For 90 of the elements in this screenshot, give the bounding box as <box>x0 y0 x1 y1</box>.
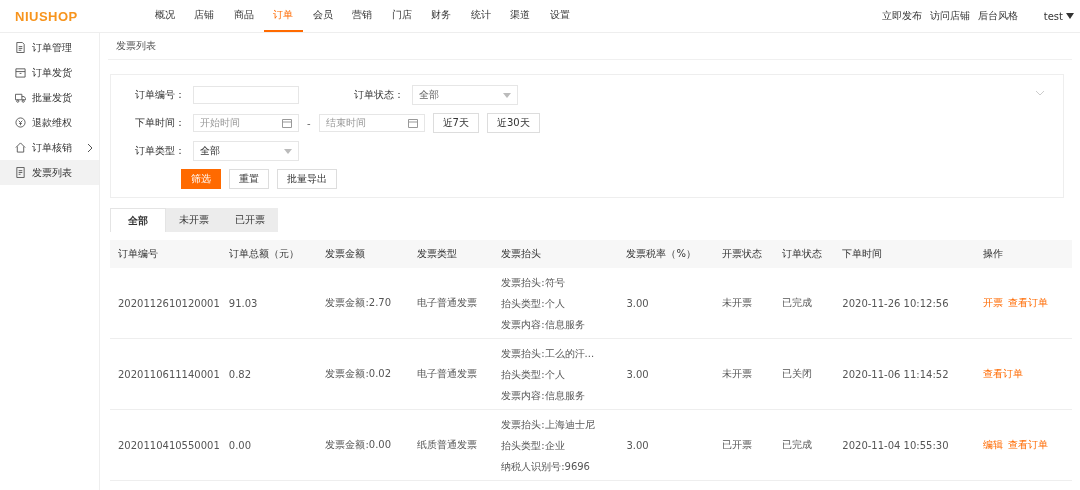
nav-tab[interactable]: 统计 <box>461 0 501 32</box>
field-label: 订单类型： <box>134 144 185 158</box>
table-cell: 未开票 <box>722 368 753 379</box>
filter-button[interactable]: 批量导出 <box>277 169 337 189</box>
sidebar-item[interactable]: 订单管理 <box>0 35 99 60</box>
sidebar-item[interactable]: 发票列表 <box>0 160 99 185</box>
table-cell: 发票金额:0.00 <box>325 439 392 450</box>
column-header: 发票金额 <box>325 248 366 259</box>
house-icon <box>15 142 26 153</box>
table-cell: 电子普通发票 <box>416 368 477 379</box>
breadcrumb: 发票列表 <box>108 33 1072 60</box>
order-number-field[interactable] <box>193 86 299 104</box>
tab[interactable]: 未开票 <box>166 208 222 232</box>
calendar-icon <box>407 118 418 128</box>
table-cell: 91.03 <box>228 297 258 309</box>
sidebar-item[interactable]: 订单发货 <box>0 60 99 85</box>
nav-tab[interactable]: 营销 <box>342 0 382 32</box>
column-header: 订单状态 <box>782 248 823 259</box>
table-cell: 2020110410550001 <box>118 439 220 451</box>
column-header: 发票类型 <box>416 248 457 259</box>
range-separator: - <box>307 117 311 129</box>
box-icon <box>15 67 26 78</box>
header-link[interactable]: 访问店铺 <box>929 9 970 23</box>
nav-tab[interactable]: 门店 <box>382 0 422 32</box>
order-status-select[interactable]: 全部 <box>412 85 518 105</box>
table-cell: 发票金额:2.70 <box>325 297 392 308</box>
field-label: 下单时间： <box>134 116 185 130</box>
table-cell-text: 发票抬头:符号 <box>501 275 566 290</box>
quick-range-button[interactable]: 近30天 <box>487 113 540 133</box>
table-cell: 电子普通发票 <box>416 297 477 308</box>
table-cell: 3.00 <box>626 297 649 309</box>
table-cell: 3.00 <box>626 368 649 380</box>
column-header: 订单编号 <box>118 248 158 259</box>
caret-icon <box>503 92 511 98</box>
receipt-icon <box>15 167 26 178</box>
table-cell: 2020110611140001 <box>118 368 220 380</box>
table-cell-text: 发票内容:信息服务 <box>501 388 586 403</box>
table-cell: 0.82 <box>228 368 252 380</box>
table-cell: 已开票 <box>722 439 753 450</box>
sidebar-item[interactable]: 订单核销 <box>0 135 99 160</box>
filter-button[interactable]: 重置 <box>229 169 269 189</box>
document-icon <box>15 42 26 53</box>
calendar-icon <box>282 118 292 128</box>
field-label: 订单编号： <box>134 88 185 102</box>
table-cell-text: 发票内容:信息服务 <box>501 317 586 332</box>
nav-tab[interactable]: 商品 <box>224 0 264 32</box>
table-cell: 已完成 <box>782 297 813 308</box>
table-cell: 3.00 <box>626 439 649 451</box>
table-cell-text: 纳税人识别号:9696 <box>501 459 591 474</box>
quick-range-button[interactable]: 近7天 <box>432 113 479 133</box>
table-cell: 2020-11-04 10:55:30 <box>842 439 949 451</box>
nav-tab[interactable]: 渠道 <box>500 0 540 32</box>
table-cell: 0.00 <box>228 439 252 451</box>
table-cell: 发票金额:0.02 <box>325 368 392 379</box>
table-cell: 2020-11-06 11:14:52 <box>842 368 949 380</box>
caret-icon <box>284 148 292 154</box>
nav-tab[interactable]: 概况 <box>145 0 185 32</box>
nav-tab[interactable]: 设置 <box>540 0 580 32</box>
table-cell: 未开票 <box>722 297 753 308</box>
table-cell: 纸质普通发票 <box>416 439 477 450</box>
field-label: 订单状态： <box>353 88 404 102</box>
table-cell: 已关闭 <box>782 368 813 379</box>
table-cell-text: 抬头类型:个人 <box>501 296 566 311</box>
column-header: 发票抬头 <box>501 248 542 259</box>
caret-icon <box>1066 13 1074 19</box>
column-header: 下单时间 <box>842 248 883 259</box>
header-link[interactable]: 后台风格 <box>977 9 1018 23</box>
table-cell: 2020-11-26 10:12:56 <box>842 297 949 309</box>
table-cell-text: 抬头类型:个人 <box>501 367 566 382</box>
truck-icon <box>15 92 26 103</box>
header-link[interactable]: 立即发布 <box>881 9 922 23</box>
column-header: 开票状态 <box>722 248 763 259</box>
table-cell-text: 抬头类型:企业 <box>501 438 566 453</box>
column-header: 操作 <box>983 248 1004 259</box>
table-cell-text: 发票抬头:工么的汗... <box>501 346 596 361</box>
user-menu[interactable]: test <box>1043 10 1074 22</box>
nav-tab[interactable]: 财务 <box>421 0 461 32</box>
column-header: 发票税率（%） <box>626 248 696 259</box>
sidebar-item[interactable]: 退款维权 <box>0 110 99 135</box>
sidebar-item[interactable]: 批量发货 <box>0 85 99 110</box>
nav-tab[interactable]: 店铺 <box>184 0 224 32</box>
order-type-select[interactable]: 全部 <box>193 141 299 161</box>
column-header: 订单总额（元） <box>228 248 299 259</box>
table-cell: 2020112610120001 <box>118 297 220 309</box>
table-cell: 已完成 <box>782 439 813 450</box>
table-cell-text: 发票抬头:上海迪士尼 <box>501 417 596 432</box>
tab[interactable]: 已开票 <box>222 208 278 232</box>
tab[interactable]: 全部 <box>110 208 166 232</box>
chevron-down-icon[interactable] <box>1035 90 1045 96</box>
nav-tab[interactable]: 会员 <box>303 0 343 32</box>
